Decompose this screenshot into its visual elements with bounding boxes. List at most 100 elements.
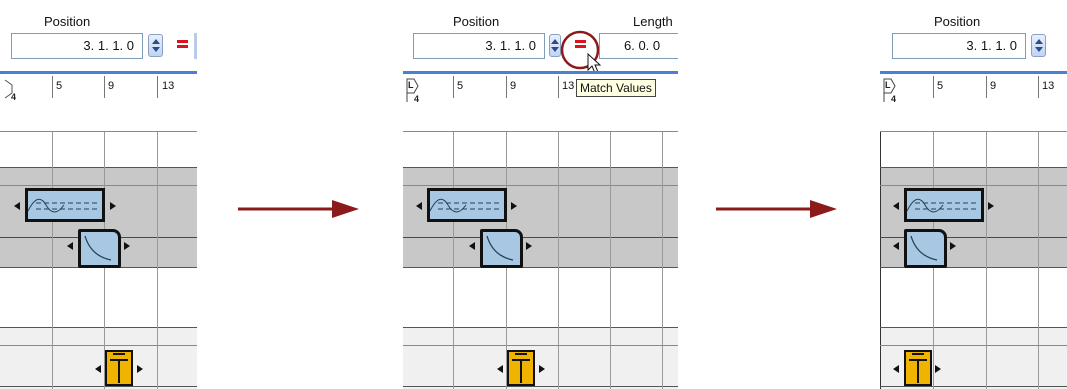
match-values-icon[interactable] bbox=[177, 39, 189, 49]
ruler-label-13: 13 bbox=[562, 80, 575, 92]
ruler-label-9: 9 bbox=[990, 80, 997, 92]
position-field[interactable]: 3. 1. 1. 0 bbox=[11, 33, 143, 59]
track-lane-1[interactable] bbox=[403, 132, 678, 168]
ruler-tick-5 bbox=[52, 76, 53, 98]
lane-sep bbox=[403, 345, 678, 346]
grid-line bbox=[662, 132, 663, 389]
track-lane-4[interactable] bbox=[0, 328, 197, 389]
curve-region[interactable] bbox=[78, 229, 121, 268]
ruler-label-9: 9 bbox=[510, 80, 517, 92]
lane-sep bbox=[403, 185, 678, 186]
region-right-handle[interactable] bbox=[110, 202, 116, 210]
region-left-handle[interactable] bbox=[416, 202, 422, 210]
region-left-handle[interactable] bbox=[893, 242, 899, 250]
track-lane-3[interactable] bbox=[0, 268, 197, 328]
grid-line bbox=[610, 132, 611, 389]
grid-line bbox=[986, 132, 987, 389]
spin-arrows-icon[interactable] bbox=[148, 34, 163, 57]
decay-curve-icon bbox=[910, 235, 938, 261]
spin-arrows-icon[interactable] bbox=[1031, 34, 1046, 57]
ruler-tick-9 bbox=[986, 76, 987, 98]
region-right-handle[interactable] bbox=[124, 242, 130, 250]
lane-sep bbox=[403, 386, 678, 387]
track-lane-3[interactable] bbox=[403, 268, 678, 328]
region-left-handle[interactable] bbox=[469, 242, 475, 250]
grid-line bbox=[1038, 132, 1039, 389]
ruler-label-13: 13 bbox=[162, 80, 175, 92]
automation-curve-icon bbox=[907, 198, 977, 213]
grid-line bbox=[558, 132, 559, 389]
ruler-label-5: 5 bbox=[56, 80, 63, 92]
ruler-tick-13 bbox=[1038, 76, 1039, 98]
locator-flag: L bbox=[408, 80, 414, 90]
ruler-label-5: 5 bbox=[457, 80, 464, 92]
panel-after: Position 3. 1. 1. 0 L 4 5 9 13 bbox=[880, 0, 1067, 389]
ruler-tick-9 bbox=[506, 76, 507, 98]
region-left-handle[interactable] bbox=[67, 242, 73, 250]
track-lane-1[interactable] bbox=[0, 132, 197, 168]
grid-line bbox=[157, 132, 158, 389]
event-icon[interactable] bbox=[507, 350, 535, 386]
region-right-handle[interactable] bbox=[988, 202, 994, 210]
automation-region[interactable] bbox=[904, 188, 984, 222]
length-field-edge bbox=[194, 33, 197, 59]
curve-region[interactable] bbox=[904, 229, 947, 268]
curve-region[interactable] bbox=[480, 229, 523, 268]
panel-before: Position 3. 1. 1. 0 4 5 9 13 bbox=[0, 0, 197, 389]
event-right-handle[interactable] bbox=[935, 365, 941, 373]
left-edge-line bbox=[880, 132, 881, 389]
position-label: Position bbox=[453, 14, 500, 29]
ruler-label-9: 9 bbox=[108, 80, 115, 92]
position-label: Position bbox=[44, 14, 91, 29]
ruler-tick-5 bbox=[933, 76, 934, 98]
locator-sub: 4 bbox=[891, 94, 897, 104]
length-field[interactable]: 6. 0. 0 bbox=[599, 33, 678, 59]
automation-region[interactable] bbox=[25, 188, 105, 222]
ruler-tick-13 bbox=[558, 76, 559, 98]
locator-flag: L bbox=[885, 80, 891, 90]
ruler-label-13: 13 bbox=[1042, 80, 1055, 92]
ruler-tick-5 bbox=[453, 76, 454, 98]
right-arrow-icon bbox=[716, 200, 837, 218]
region-right-handle[interactable] bbox=[511, 202, 517, 210]
ruler-tick-9 bbox=[104, 76, 105, 98]
length-label: Length bbox=[633, 14, 673, 29]
lane-sep bbox=[0, 185, 197, 186]
lane-sep bbox=[403, 237, 678, 238]
region-right-handle[interactable] bbox=[950, 242, 956, 250]
region-left-handle[interactable] bbox=[893, 202, 899, 210]
lane-sep bbox=[403, 267, 678, 268]
right-arrow-icon bbox=[238, 200, 359, 218]
position-field[interactable]: 3. 1. 1. 0 bbox=[413, 33, 545, 59]
panel-during: Position Length 3. 1. 1. 0 6. 0. 0 L 4 5… bbox=[403, 0, 678, 389]
event-right-handle[interactable] bbox=[137, 365, 143, 373]
event-left-handle[interactable] bbox=[893, 365, 899, 373]
event-left-handle[interactable] bbox=[497, 365, 503, 373]
lane-sep bbox=[0, 345, 197, 346]
grid-line bbox=[453, 132, 454, 389]
grid-line bbox=[52, 132, 53, 389]
event-icon[interactable] bbox=[105, 350, 133, 386]
event-right-handle[interactable] bbox=[539, 365, 545, 373]
lane-sep bbox=[0, 386, 197, 387]
automation-curve-icon bbox=[28, 198, 98, 213]
locator-sub: 4 bbox=[11, 92, 17, 102]
lane-sep bbox=[0, 167, 197, 168]
locator-sub: 4 bbox=[414, 94, 420, 104]
track-lane-4[interactable] bbox=[403, 328, 678, 389]
region-left-handle[interactable] bbox=[14, 202, 20, 210]
lane-sep bbox=[403, 167, 678, 168]
region-right-handle[interactable] bbox=[526, 242, 532, 250]
automation-region[interactable] bbox=[427, 188, 507, 222]
ruler-tick-13 bbox=[157, 76, 158, 98]
event-icon[interactable] bbox=[904, 350, 932, 386]
event-left-handle[interactable] bbox=[95, 365, 101, 373]
lane-sep bbox=[0, 327, 197, 328]
match-values-tooltip: Match Values bbox=[576, 79, 656, 97]
decay-curve-icon bbox=[84, 235, 112, 261]
decay-curve-icon bbox=[486, 235, 514, 261]
position-field[interactable]: 3. 1. 1. 0 bbox=[892, 33, 1026, 59]
position-label: Position bbox=[934, 14, 981, 29]
lane-sep bbox=[403, 327, 678, 328]
ruler-label-5: 5 bbox=[937, 80, 944, 92]
